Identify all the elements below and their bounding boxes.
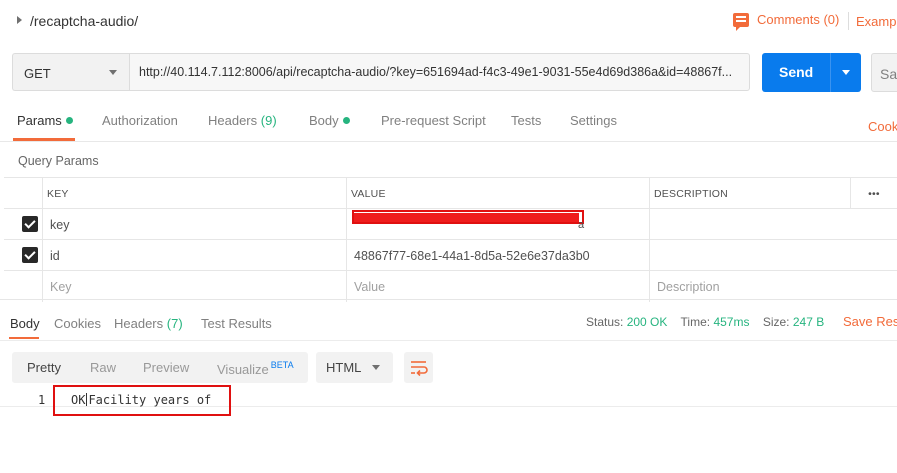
send-label: Send — [779, 64, 814, 80]
column-header-description: DESCRIPTION — [649, 178, 850, 209]
tab-headers[interactable]: Headers (9) — [208, 113, 277, 128]
body-view-switcher: Pretty Raw Preview Visualize BETA — [12, 352, 308, 383]
tab-label: Body — [309, 113, 339, 128]
wrap-lines-icon — [411, 361, 428, 377]
chevron-down-icon[interactable] — [842, 70, 850, 75]
status-value[interactable]: 200 OK — [627, 315, 668, 329]
row-checkbox[interactable] — [22, 247, 38, 263]
table-header-row: KEY VALUE DESCRIPTION ••• — [4, 177, 897, 209]
tab-authorization[interactable]: Authorization — [102, 113, 178, 128]
cookies-link[interactable]: Cooki — [868, 119, 897, 134]
more-options-icon[interactable]: ••• — [850, 178, 897, 209]
param-description-cell[interactable] — [649, 209, 897, 240]
new-key-input[interactable]: Key — [42, 271, 346, 302]
response-tab-headers[interactable]: Headers (7) — [114, 316, 183, 331]
visualize-label: Visualize — [217, 362, 269, 377]
view-visualize[interactable]: Visualize BETA — [217, 360, 294, 377]
save-button[interactable]: Sav — [871, 53, 897, 92]
method-label: GET — [24, 66, 51, 81]
tab-count: (7) — [166, 316, 183, 331]
column-header-key: KEY — [42, 178, 346, 209]
query-params-title: Query Params — [18, 154, 99, 168]
chevron-down-icon — [109, 70, 117, 75]
column-header-value: VALUE — [346, 178, 649, 209]
tab-label: Params — [17, 113, 62, 128]
table-row-new: Key Value Description — [4, 270, 897, 302]
tab-settings[interactable]: Settings — [570, 113, 617, 128]
language-select[interactable]: HTML — [316, 352, 393, 383]
status-label: Status: — [586, 315, 624, 329]
redacted-value-tail: a — [578, 219, 585, 231]
examples-button[interactable]: Exampl — [856, 14, 897, 29]
method-select[interactable]: GET — [12, 53, 129, 91]
tab-count: (9) — [260, 113, 277, 128]
time-value[interactable]: 457ms — [713, 315, 749, 329]
comments-button[interactable]: Comments (0) — [733, 12, 840, 31]
tab-body[interactable]: Body — [309, 113, 350, 128]
chevron-down-icon — [372, 365, 380, 370]
language-label: HTML — [326, 360, 362, 375]
comment-icon — [733, 12, 749, 31]
table-row: id 48867f77-68e1-44a1-8d5a-52e6e37da3b0 — [4, 239, 897, 271]
divider — [0, 340, 897, 341]
url-input[interactable]: http://40.114.7.112:8006/api/recaptcha-a… — [129, 53, 750, 91]
view-pretty[interactable]: Pretty — [27, 360, 61, 375]
send-button[interactable]: Send — [762, 53, 861, 92]
tab-label: Headers — [208, 113, 258, 128]
line-number: 1 — [38, 393, 46, 407]
param-key-cell[interactable]: id — [42, 240, 346, 271]
save-response-button[interactable]: Save Resp — [843, 314, 897, 329]
response-tab-body[interactable]: Body — [10, 316, 40, 331]
caret-right-icon[interactable] — [17, 16, 22, 24]
response-tab-test-results[interactable]: Test Results — [201, 316, 272, 331]
divider — [0, 299, 897, 300]
new-value-input[interactable]: Value — [346, 271, 649, 302]
response-status: Status: 200 OK Time: 457ms Size: 247 B — [586, 315, 824, 329]
new-description-input[interactable]: Description — [649, 271, 897, 302]
size-value[interactable]: 247 B — [793, 315, 824, 329]
response-tab-cookies[interactable]: Cookies — [54, 316, 101, 331]
size-label: Size: — [762, 315, 790, 329]
save-label: Sav — [880, 66, 897, 82]
view-preview[interactable]: Preview — [143, 360, 189, 375]
request-header: /recaptcha-audio/ Comments (0) Exampl — [0, 0, 897, 44]
comments-label: Comments (0) — [757, 12, 840, 27]
divider — [830, 53, 831, 92]
param-description-cell[interactable] — [649, 240, 897, 271]
row-checkbox[interactable] — [22, 216, 38, 232]
param-value-cell[interactable]: 48867f77-68e1-44a1-8d5a-52e6e37da3b0 — [346, 240, 649, 271]
status-dot — [65, 117, 73, 124]
status-dot — [342, 117, 350, 124]
active-tab-indicator — [9, 337, 39, 339]
tab-tests[interactable]: Tests — [511, 113, 541, 128]
wrap-lines-button[interactable] — [404, 352, 433, 383]
redaction-annotation — [352, 210, 584, 224]
beta-badge: BETA — [270, 360, 294, 370]
tab-params[interactable]: Params — [17, 113, 73, 128]
divider — [0, 141, 897, 142]
tab-label: Headers — [114, 316, 164, 331]
request-tabs: Params Authorization Headers (9) Body Pr… — [0, 113, 897, 141]
param-key-cell[interactable]: key — [42, 209, 346, 240]
view-raw[interactable]: Raw — [90, 360, 116, 375]
tab-prerequest-script[interactable]: Pre-request Script — [381, 113, 486, 128]
highlight-annotation — [53, 385, 231, 416]
request-name[interactable]: /recaptcha-audio/ — [30, 13, 138, 29]
time-label: Time: — [680, 315, 711, 329]
divider — [848, 12, 849, 30]
